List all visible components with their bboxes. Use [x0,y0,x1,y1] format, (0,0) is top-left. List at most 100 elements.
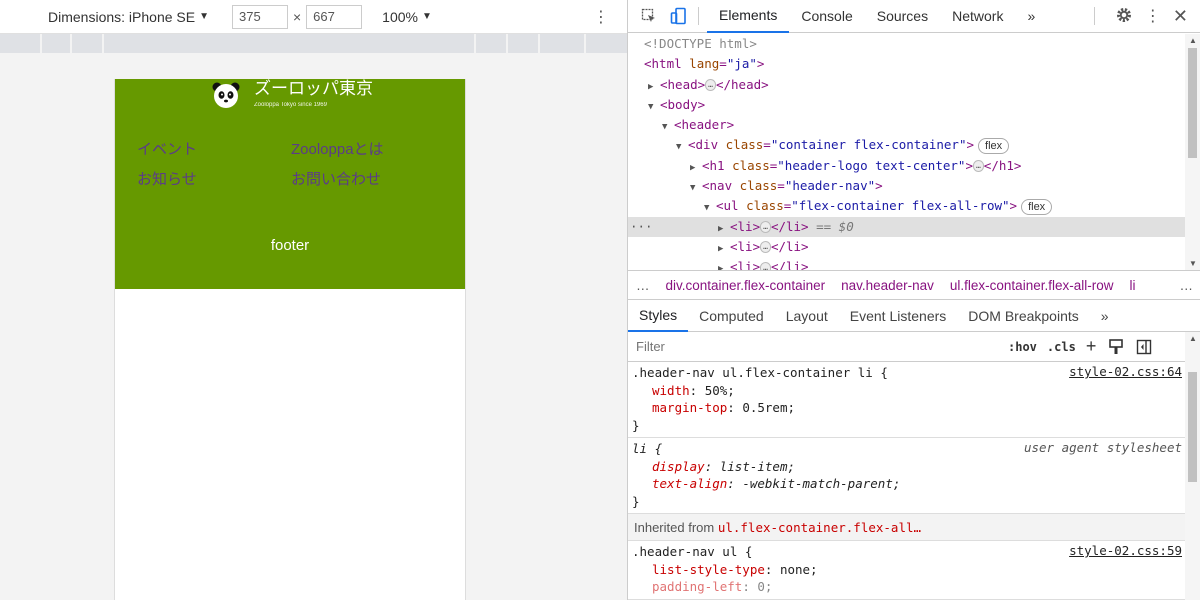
scroll-up-icon[interactable]: ▲ [1189,36,1197,45]
tab-layout[interactable]: Layout [775,300,839,332]
expand-arrow-icon[interactable]: ▶ [718,239,730,259]
rule-selector[interactable]: .header-nav ul { [632,544,752,559]
flex-badge[interactable]: flex [978,137,1010,154]
rule-source-link[interactable]: style-02.css:64 [1069,364,1182,379]
ellipsis-badge[interactable]: … [760,261,771,270]
tab-event-listeners[interactable]: Event Listeners [839,300,958,332]
nav-item-about[interactable]: Zooloppaとは [291,141,445,171]
tab-computed[interactable]: Computed [688,300,775,332]
more-options-icon[interactable]: ··· [630,217,653,237]
collapse-arrow-icon[interactable]: ▼ [676,137,688,157]
css-property[interactable]: list-style-type [632,562,765,577]
breadcrumb-item-ul[interactable]: ul.flex-container.flex-all-row [942,278,1122,293]
dom-line-head[interactable]: ▶ <head>… </head> [628,75,1186,95]
ruler-segment[interactable] [0,34,42,53]
style-rule[interactable]: .header-nav ul.flex-container li { style… [628,362,1186,438]
css-value[interactable]: none; [780,562,818,577]
dom-line-html[interactable]: <html lang="ja"> [628,54,1186,74]
css-value[interactable]: -webkit-match-parent; [742,476,900,491]
device-dimensions-dropdown[interactable]: Dimensions: iPhone SE ▼ [48,9,209,25]
css-value[interactable]: 50%; [705,383,735,398]
more-tabs-icon[interactable]: » [1015,0,1047,33]
ruler-segment[interactable] [540,34,586,53]
ellipsis-badge[interactable]: … [972,160,984,173]
inherited-from-link[interactable]: ul.flex-container.flex-all… [718,520,921,535]
tab-elements[interactable]: Elements [707,0,790,33]
nav-item-event[interactable]: イベント [137,141,291,171]
collapse-arrow-icon[interactable]: ▼ [662,117,674,137]
ruler-segment[interactable] [104,34,476,53]
tab-network[interactable]: Network [940,0,1015,33]
more-options-icon[interactable]: ⋮ [593,7,609,27]
close-icon[interactable]: ✕ [1173,6,1188,27]
collapse-arrow-icon[interactable]: ▼ [704,198,716,218]
dom-line-li[interactable]: ▶ <li>… </li> [628,237,1186,257]
zoom-dropdown[interactable]: 100% ▼ [382,9,432,25]
expand-arrow-icon[interactable]: ▶ [648,77,660,97]
tab-console[interactable]: Console [789,0,864,33]
expand-arrow-icon[interactable]: ▶ [690,158,702,178]
rule-selector[interactable]: .header-nav ul.flex-container li { [632,365,888,380]
new-rule-button[interactable]: + [1086,336,1097,357]
gear-icon[interactable] [1115,6,1133,27]
expand-arrow-icon[interactable]: ▶ [718,259,730,270]
scrollbar-thumb[interactable] [1188,48,1197,158]
filter-input[interactable] [632,334,996,359]
scroll-up-icon[interactable]: ▲ [1189,334,1197,343]
nav-item-contact[interactable]: お問い合わせ [291,171,445,201]
rule-selector[interactable]: li { [632,441,662,456]
css-property[interactable]: padding-left [632,579,742,594]
more-options-icon[interactable]: ⋮ [1145,6,1161,26]
breadcrumb-item-li[interactable]: li [1121,278,1143,293]
toggle-sidebar-icon[interactable] [1136,339,1152,355]
breadcrumb-item-div[interactable]: div.container.flex-container [658,278,834,293]
ruler-segment[interactable] [42,34,72,53]
css-property[interactable]: width [632,383,690,398]
ellipsis-badge[interactable]: … [705,79,716,92]
css-value[interactable]: list-item; [720,459,795,474]
css-value[interactable]: 0.5rem; [742,400,795,415]
rule-source-link[interactable]: style-02.css:59 [1069,543,1182,558]
scroll-down-icon[interactable]: ▼ [1189,259,1197,268]
more-options-icon[interactable]: … [1172,278,1200,293]
collapse-arrow-icon[interactable]: ▼ [648,97,660,117]
dom-line-div[interactable]: ▼ <div class="container flex-container"> f… [628,135,1186,155]
ellipsis-badge[interactable]: … [760,221,771,234]
scrollbar-thumb[interactable] [1188,372,1197,482]
dom-tree-scrollbar[interactable]: ▲ ▼ [1185,34,1200,270]
css-property[interactable]: display [632,459,705,474]
tab-styles[interactable]: Styles [628,300,689,332]
hov-toggle[interactable]: :hov [1008,340,1037,354]
dom-line-h1[interactable]: ▶ <h1 class="header-logo text-center">… </… [628,156,1186,176]
header-logo[interactable]: ズーロッパ東京 Zooloppa Tokyo since 1969 [212,79,373,109]
dom-line-doctype[interactable]: <!DOCTYPE html> [628,34,1186,54]
tab-dom-breakpoints[interactable]: DOM Breakpoints [957,300,1089,332]
breadcrumb-item-nav[interactable]: nav.header-nav [833,278,942,293]
more-tabs-icon[interactable]: » [1090,300,1120,332]
dom-line-body[interactable]: ▼ <body> [628,95,1186,115]
ruler-segment[interactable] [72,34,104,53]
style-rule[interactable]: li { user agent stylesheet display: list… [628,438,1186,514]
dom-line-ul[interactable]: ▼ <ul class="flex-container flex-all-row"… [628,196,1186,216]
dom-line-nav[interactable]: ▼ <nav class="header-nav"> [628,176,1186,196]
flex-badge[interactable]: flex [1021,198,1053,215]
dom-line-li-selected[interactable]: ··· ▶ <li>… </li> == $0 [628,216,1186,239]
inspect-element-icon[interactable] [638,5,660,27]
tab-sources[interactable]: Sources [865,0,940,33]
ellipsis-badge[interactable]: … [760,241,771,254]
ruler-segment[interactable] [476,34,508,53]
device-height-input[interactable] [306,4,363,29]
paint-brush-icon[interactable] [1108,338,1124,355]
collapse-arrow-icon[interactable]: ▼ [690,178,702,198]
css-property[interactable]: margin-top [632,400,727,415]
dom-line-header[interactable]: ▼ <header> [628,115,1186,135]
css-value[interactable]: 0; [757,579,772,594]
device-toggle-icon[interactable] [668,5,690,27]
styles-scrollbar[interactable]: ▲ [1185,332,1200,600]
expand-arrow-icon[interactable]: ▶ [718,219,730,239]
dom-line-li[interactable]: ▶ <li>… </li> [628,257,1186,270]
device-width-input[interactable] [231,4,288,29]
css-property[interactable]: text-align [632,476,727,491]
media-query-ruler[interactable] [0,34,627,53]
cls-toggle[interactable]: .cls [1047,340,1076,354]
